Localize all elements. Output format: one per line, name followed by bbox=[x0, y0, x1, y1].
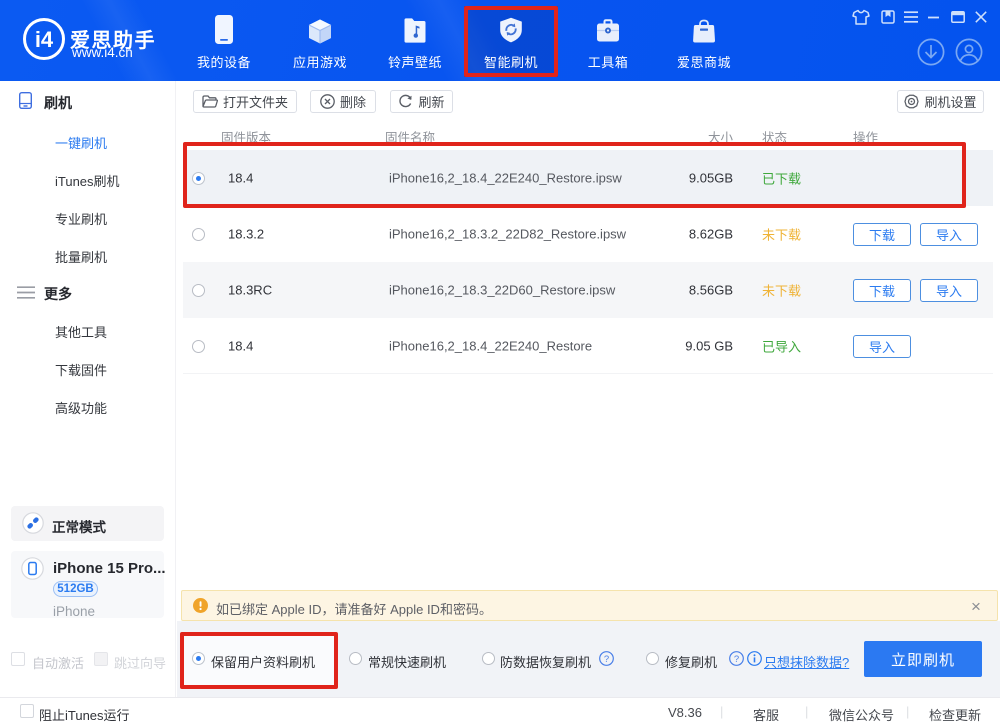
svg-text:?: ? bbox=[604, 654, 609, 665]
svg-text:i4: i4 bbox=[35, 27, 54, 52]
svg-text:?: ? bbox=[734, 654, 739, 665]
